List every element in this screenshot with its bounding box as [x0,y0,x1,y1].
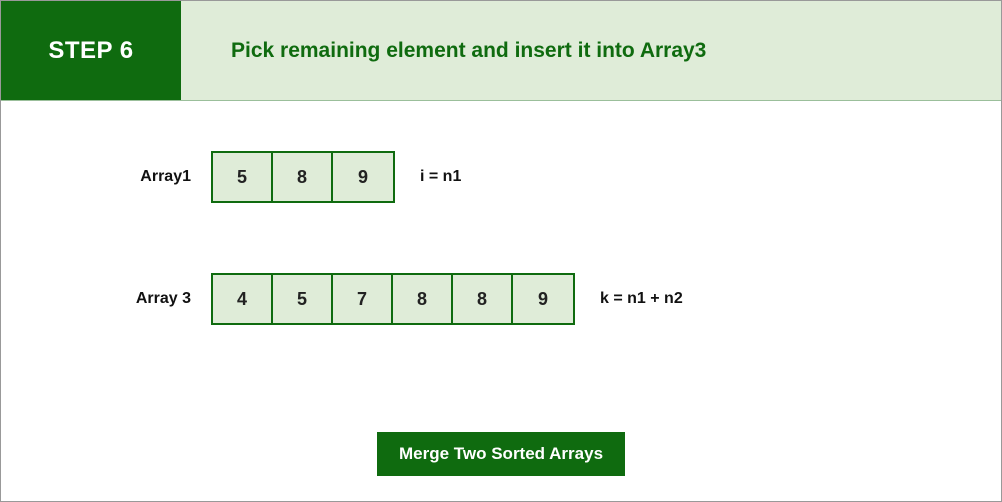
array3-cell: 9 [513,275,573,323]
array1-cell: 8 [273,153,333,201]
array3-cell: 8 [393,275,453,323]
array1-row: Array1 5 8 9 i = n1 [111,151,891,203]
header: STEP 6 Pick remaining element and insert… [1,1,1001,101]
array3-row: Array 3 4 5 7 8 8 9 k = n1 + n2 [111,273,891,325]
merge-button[interactable]: Merge Two Sorted Arrays [377,432,625,476]
array1-cell: 5 [213,153,273,201]
array1-cells: 5 8 9 [211,151,395,203]
diagram-frame: STEP 6 Pick remaining element and insert… [0,0,1002,502]
array1-note: i = n1 [420,168,461,186]
bottom-button-wrap: Merge Two Sorted Arrays [1,432,1001,476]
array3-note: k = n1 + n2 [600,290,683,308]
array3-cell: 4 [213,275,273,323]
content-area: Array1 5 8 9 i = n1 Array 3 4 5 7 8 8 9 … [1,101,1001,325]
array3-cell: 8 [453,275,513,323]
step-badge: STEP 6 [1,1,181,100]
array3-cells: 4 5 7 8 8 9 [211,273,575,325]
step-title-text: Pick remaining element and insert it int… [231,39,706,63]
array1-label: Array1 [111,168,211,186]
step-number-label: STEP 6 [48,37,133,65]
array1-cell: 9 [333,153,393,201]
array3-label: Array 3 [111,290,211,308]
step-title: Pick remaining element and insert it int… [181,1,1001,100]
array3-cell: 7 [333,275,393,323]
array3-cell: 5 [273,275,333,323]
